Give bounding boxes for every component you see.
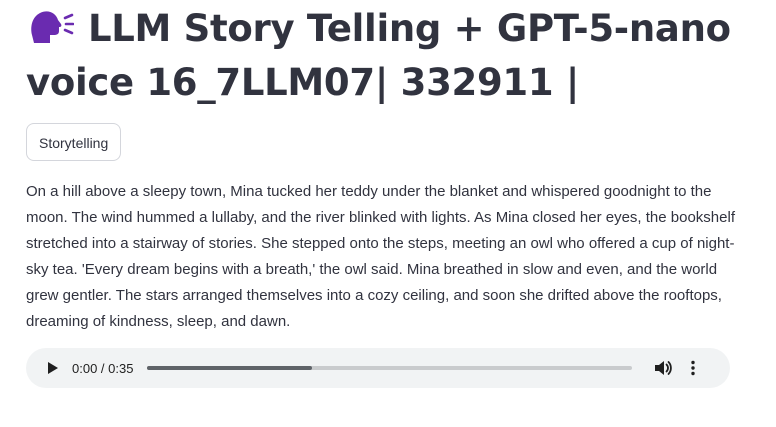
page-title-text: LLM Story Telling + GPT-5-nano voice 16_… [26, 7, 731, 104]
audio-time-display: 0:00 / 0:35 [72, 360, 134, 376]
page-title: LLM Story Telling + GPT-5-nano voice 16_… [26, 0, 746, 110]
speaking-head-icon [31, 11, 74, 43]
audio-player: 0:00 / 0:35 [26, 348, 730, 388]
more-options-icon[interactable] [690, 360, 696, 376]
audio-seek-bar[interactable] [147, 366, 633, 370]
storytelling-tag-button[interactable]: Storytelling [26, 123, 122, 161]
story-text: On a hill above a sleepy town, Mina tuck… [26, 183, 735, 330]
main-content: LLM Story Telling + GPT-5-nano voice 16_… [26, 0, 746, 388]
play-icon[interactable] [46, 361, 60, 375]
volume-icon[interactable] [654, 359, 673, 377]
audio-progress-fill [147, 366, 313, 370]
